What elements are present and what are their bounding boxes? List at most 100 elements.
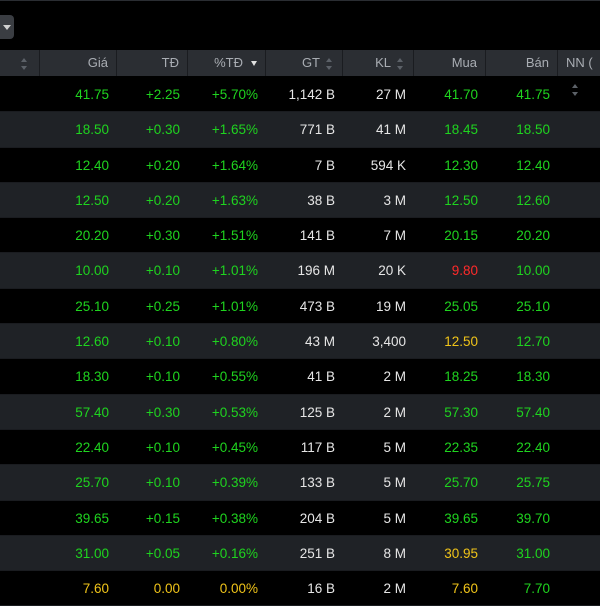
- column-header-value[interactable]: GT: [266, 50, 343, 76]
- sort-icon: [326, 57, 334, 70]
- cell-foreign: [558, 183, 600, 217]
- cell-foreign: [558, 289, 600, 323]
- cell-bid: 12.50: [444, 334, 478, 350]
- cell-price: 12.50: [75, 192, 109, 208]
- cell-value: 125 B: [299, 404, 335, 420]
- cell-percent-change: 0.00%: [219, 581, 258, 597]
- table-row[interactable]: 22.40 +0.10 +0.45% 117 B 5 M 22.35 22.40: [0, 430, 600, 466]
- cell-ask: 10.00: [516, 263, 550, 279]
- cell-ask: 57.40: [516, 404, 550, 420]
- toolbar: [0, 0, 600, 50]
- cell-foreign: [558, 501, 600, 535]
- cell-percent-change: +1.64%: [211, 157, 258, 173]
- cell-symbol: [0, 112, 40, 146]
- cell-bid: 39.65: [444, 510, 478, 526]
- cell-foreign: [558, 253, 600, 287]
- cell-ask: 7.70: [523, 581, 550, 597]
- cell-symbol: [0, 253, 40, 287]
- cell-volume: 3,400: [372, 334, 406, 350]
- cell-bid: 22.35: [444, 439, 478, 455]
- cell-volume: 2 M: [383, 369, 406, 385]
- cell-ask: 12.70: [516, 334, 550, 350]
- cell-change: +0.05: [145, 545, 180, 561]
- table-row[interactable]: 20.20 +0.30 +1.51% 141 B 7 M 20.15 20.20: [0, 218, 600, 254]
- cell-foreign: [558, 148, 600, 182]
- cell-ask: 41.75: [516, 87, 550, 102]
- cell-foreign: [558, 359, 600, 393]
- cell-value: 251 B: [299, 545, 335, 561]
- cell-ask: 20.20: [516, 228, 550, 244]
- cell-ask: 39.70: [516, 510, 550, 526]
- cell-percent-change: +1.65%: [211, 122, 258, 138]
- table-row[interactable]: 7.60 0.00 0.00% 16 B 2 M 7.60 7.70: [0, 571, 600, 606]
- table-body: 41.75 +2.25 +5.70% 1,142 B 27 M 41.70 41.75 18.…: [0, 77, 600, 606]
- cell-bid: 12.50: [444, 192, 478, 208]
- cell-percent-change: +0.55%: [211, 369, 258, 385]
- cell-volume: 5 M: [383, 510, 406, 526]
- chevron-down-icon: [3, 25, 11, 30]
- column-header-volume[interactable]: KL: [343, 50, 414, 76]
- column-header-change[interactable]: TĐ: [117, 50, 188, 76]
- cell-symbol: [0, 359, 40, 393]
- cell-bid: 18.25: [444, 369, 478, 385]
- cell-bid: 20.15: [444, 228, 478, 244]
- cell-bid: 9.80: [451, 263, 478, 279]
- table-row[interactable]: 57.40 +0.30 +0.53% 125 B 2 M 57.30 57.40: [0, 394, 600, 430]
- cell-foreign: [558, 430, 600, 464]
- cell-price: 57.40: [75, 404, 109, 420]
- cell-change: +0.30: [145, 404, 180, 420]
- cell-percent-change: +0.38%: [211, 510, 258, 526]
- table-row[interactable]: 18.50 +0.30 +1.65% 771 B 41 M 18.45 18.50: [0, 112, 600, 148]
- cell-percent-change: +5.70%: [211, 87, 258, 102]
- filter-dropdown[interactable]: [0, 15, 14, 39]
- column-header-foreign[interactable]: NN (: [558, 50, 600, 96]
- cell-price: 12.40: [75, 157, 109, 173]
- cell-value: 771 B: [299, 122, 335, 138]
- cell-symbol: [0, 501, 40, 535]
- column-header-ask[interactable]: Bán: [486, 50, 558, 76]
- cell-change: +0.10: [145, 369, 180, 385]
- cell-value: 473 B: [299, 298, 335, 314]
- column-header-symbol[interactable]: [0, 50, 40, 76]
- cell-foreign: [558, 77, 600, 111]
- cell-change: +0.10: [145, 439, 180, 455]
- cell-price: 10.00: [75, 263, 109, 279]
- cell-bid: 41.70: [444, 87, 478, 102]
- cell-volume: 5 M: [383, 439, 406, 455]
- cell-ask: 25.75: [516, 475, 550, 491]
- cell-percent-change: +0.39%: [211, 475, 258, 491]
- cell-foreign: [558, 324, 600, 358]
- table-row[interactable]: 10.00 +0.10 +1.01% 196 M 20 K 9.80 10.00: [0, 253, 600, 289]
- cell-value: 141 B: [299, 228, 335, 244]
- column-header-percent-change[interactable]: %TĐ: [188, 50, 266, 76]
- cell-price: 22.40: [75, 439, 109, 455]
- cell-change: +0.25: [145, 298, 180, 314]
- table-row[interactable]: 41.75 +2.25 +5.70% 1,142 B 27 M 41.70 41.75: [0, 77, 600, 113]
- table-row[interactable]: 25.10 +0.25 +1.01% 473 B 19 M 25.05 25.10: [0, 289, 600, 325]
- cell-ask: 18.30: [516, 369, 550, 385]
- cell-ask: 31.00: [516, 545, 550, 561]
- table-row[interactable]: 12.40 +0.20 +1.64% 7 B 594 K 12.30 12.40: [0, 148, 600, 183]
- cell-value: 204 B: [299, 510, 335, 526]
- cell-symbol: [0, 536, 40, 570]
- table-row[interactable]: 18.30 +0.10 +0.55% 41 B 2 M 18.25 18.30: [0, 359, 600, 395]
- cell-percent-change: +0.53%: [211, 404, 258, 420]
- cell-symbol: [0, 324, 40, 358]
- sort-icon: [21, 57, 29, 70]
- column-header-bid[interactable]: Mua: [414, 50, 486, 76]
- column-header-price[interactable]: Giá: [40, 50, 117, 76]
- cell-change: 0.00: [153, 581, 180, 597]
- cell-foreign: [558, 395, 600, 429]
- cell-ask: 12.40: [516, 157, 550, 173]
- cell-symbol: [0, 289, 40, 323]
- table-row[interactable]: 12.60 +0.10 +0.80% 43 M 3,400 12.50 12.70: [0, 324, 600, 360]
- table-row[interactable]: 25.70 +0.10 +0.39% 133 B 5 M 25.70 25.75: [0, 465, 600, 501]
- table-row[interactable]: 12.50 +0.20 +1.63% 38 B 3 M 12.50 12.60: [0, 182, 600, 219]
- cell-percent-change: +0.80%: [211, 334, 258, 350]
- cell-value: 38 B: [307, 192, 335, 208]
- cell-volume: 5 M: [383, 475, 406, 491]
- cell-symbol: [0, 148, 40, 182]
- table-row[interactable]: 31.00 +0.05 +0.16% 251 B 8 M 30.95 31.00: [0, 535, 600, 572]
- cell-bid: 57.30: [444, 404, 478, 420]
- table-row[interactable]: 39.65 +0.15 +0.38% 204 B 5 M 39.65 39.70: [0, 501, 600, 536]
